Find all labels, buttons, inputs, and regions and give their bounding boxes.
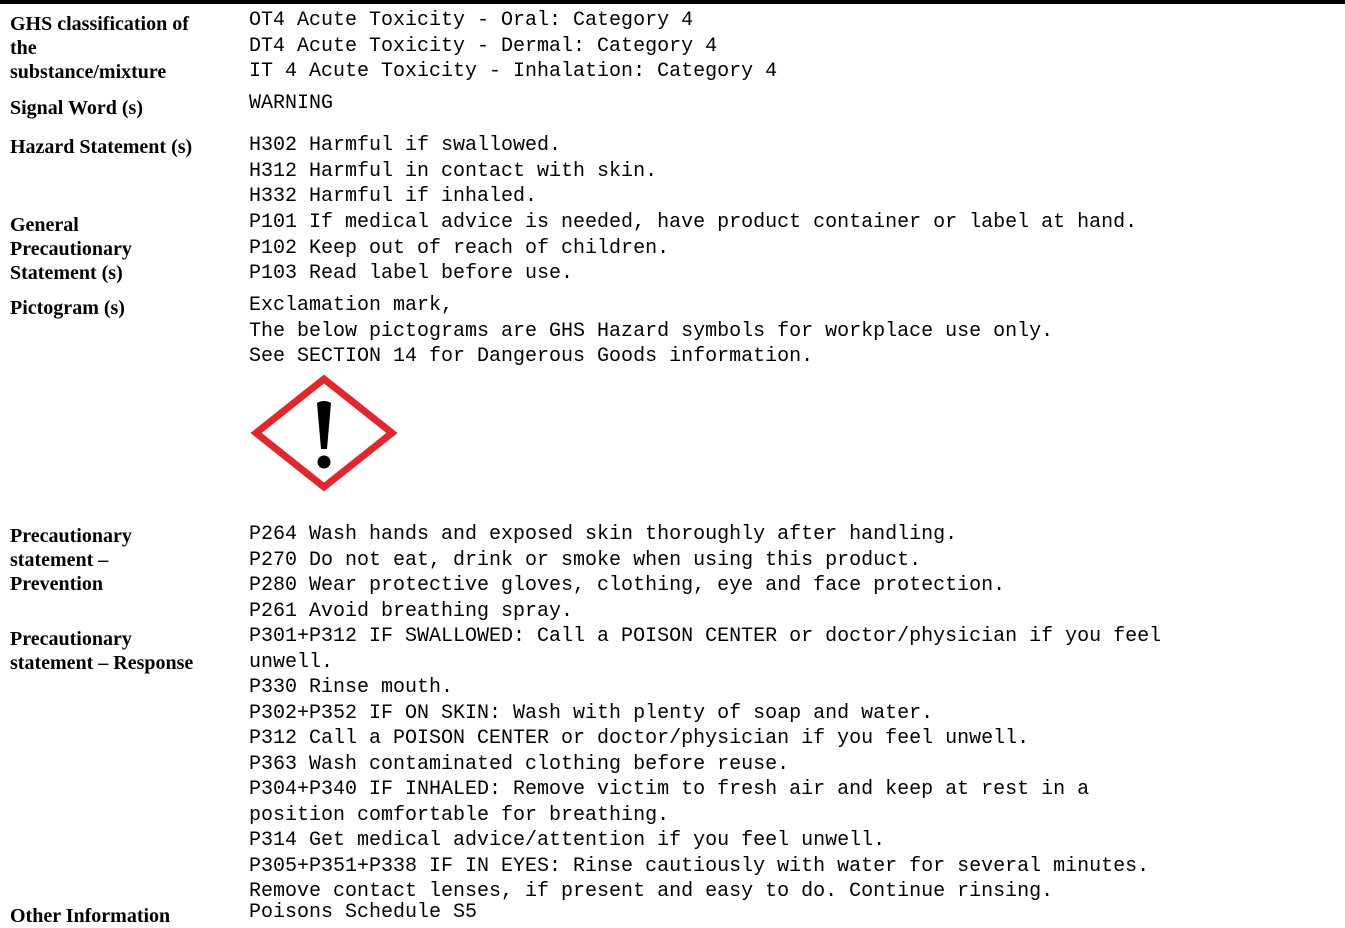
label-pictogram: Pictogram (s)	[10, 296, 242, 320]
label-line: statement –	[10, 549, 109, 571]
value-hazard-statement: H302 Harmful if swallowed. H312 Harmful …	[249, 133, 1345, 210]
value-prevention: P264 Wash hands and exposed skin thoroug…	[249, 522, 1345, 624]
value-line: DT4 Acute Toxicity - Dermal: Category 4	[249, 34, 718, 58]
value-line: H332 Harmful if inhaled.	[249, 185, 538, 208]
label-line: the	[10, 37, 37, 59]
value-line: P301+P312 IF SWALLOWED: Call a POISON CE…	[249, 625, 1162, 648]
label-line: Pictogram (s)	[10, 297, 125, 319]
value-signal-word: WARNING	[249, 91, 1345, 117]
value-line: P103 Read label before use.	[249, 262, 574, 285]
value-line: P102 Keep out of reach of children.	[249, 236, 670, 260]
label-other-information: Other Information	[10, 904, 242, 928]
value-line: P312 Call a POISON CENTER or doctor/phys…	[249, 727, 1030, 750]
value-line: P280 Wear protective gloves, clothing, e…	[249, 574, 1006, 597]
value-pictogram: Exclamation mark, The below pictograms a…	[249, 293, 1345, 370]
label-line: Precautionary	[10, 525, 132, 547]
value-line: H302 Harmful if swallowed.	[249, 134, 562, 157]
value-line: P302+P352 IF ON SKIN: Wash with plenty o…	[249, 701, 934, 725]
value-line: H312 Harmful in contact with skin.	[249, 159, 658, 183]
label-line: Prevention	[10, 573, 103, 595]
value-line: P305+P351+P338 IF IN EYES: Rinse cautiou…	[249, 854, 1150, 878]
label-hazard-statement: Hazard Statement (s)	[10, 135, 242, 159]
value-line: P304+P340 IF INHALED: Remove victim to f…	[249, 778, 1090, 801]
label-line: Signal Word (s)	[10, 97, 143, 119]
ghs-exclamation-mark-icon	[251, 375, 397, 491]
value-line: Poisons Schedule S5	[249, 901, 478, 924]
value-line: P363 Wash contaminated clothing before r…	[249, 752, 790, 776]
label-line: General	[10, 214, 79, 236]
label-signal-word: Signal Word (s)	[10, 96, 242, 120]
label-line: Other Information	[10, 905, 171, 927]
top-rule	[0, 0, 1345, 4]
value-line: P270 Do not eat, drink or smoke when usi…	[249, 548, 922, 572]
value-line: P264 Wash hands and exposed skin thoroug…	[249, 523, 958, 546]
label-prevention: Precautionary statement – Prevention	[10, 524, 242, 596]
label-line: Hazard Statement (s)	[10, 136, 193, 158]
value-line: The below pictograms are GHS Hazard symb…	[249, 319, 1054, 343]
label-line: statement – Response	[10, 652, 194, 674]
value-line: WARNING	[249, 92, 334, 115]
value-line: OT4 Acute Toxicity - Oral: Category 4	[249, 9, 694, 32]
label-response: Precautionary statement – Response	[10, 627, 242, 675]
label-line: GHS classification of	[10, 13, 189, 35]
value-line: P101 If medical advice is needed, have p…	[249, 211, 1138, 234]
label-line: Statement (s)	[10, 262, 123, 284]
value-response: P301+P312 IF SWALLOWED: Call a POISON CE…	[249, 624, 1345, 905]
value-line: See SECTION 14 for Dangerous Goods infor…	[249, 345, 814, 368]
value-line: position comfortable for breathing.	[249, 803, 670, 827]
label-ghs-classification: GHS classification of the substance/mixt…	[10, 12, 242, 84]
label-line: substance/mixture	[10, 61, 167, 83]
value-ghs-classification: OT4 Acute Toxicity - Oral: Category 4 DT…	[249, 8, 1345, 85]
value-other-information: Poisons Schedule S5	[249, 900, 1345, 926]
value-line: P261 Avoid breathing spray.	[249, 599, 574, 623]
value-general-precautionary: P101 If medical advice is needed, have p…	[249, 210, 1345, 287]
value-line: IT 4 Acute Toxicity - Inhalation: Catego…	[249, 60, 778, 83]
value-line: Exclamation mark,	[249, 294, 454, 317]
label-line: Precautionary	[10, 628, 132, 650]
label-line: Precautionary	[10, 238, 132, 260]
label-general-precautionary: General Precautionary Statement (s)	[10, 213, 242, 285]
value-line: P330 Rinse mouth.	[249, 676, 454, 699]
value-line: unwell.	[249, 650, 334, 674]
value-line: P314 Get medical advice/attention if you…	[249, 829, 886, 852]
